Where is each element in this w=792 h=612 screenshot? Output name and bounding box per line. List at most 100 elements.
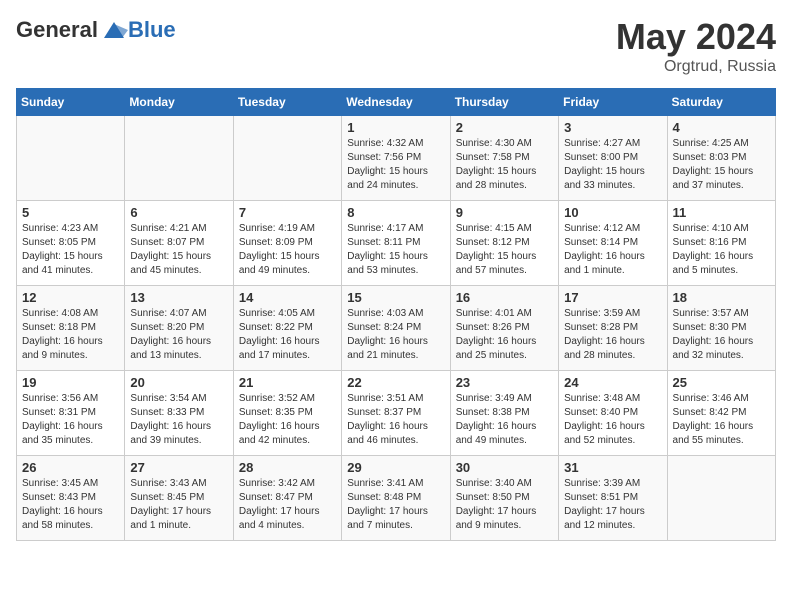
day-info: Sunrise: 3:39 AM Sunset: 8:51 PM Dayligh… bbox=[564, 477, 661, 533]
week-row-5: 26 Sunrise: 3:45 AM Sunset: 8:43 PM Dayli… bbox=[17, 456, 776, 541]
calendar-cell: 16Sunrise: 4:01 AM Sunset: 8:26 PM Dayli… bbox=[450, 286, 558, 371]
day-number: 21 bbox=[239, 375, 336, 390]
day-number: 22 bbox=[347, 375, 444, 390]
logo-blue: Blue bbox=[128, 17, 176, 43]
day-info: Sunrise: 4:05 AM Sunset: 8:22 PM Dayligh… bbox=[239, 307, 336, 363]
day-number: 30 bbox=[456, 460, 553, 475]
day-info: Sunrise: 4:27 AM Sunset: 8:00 PM Dayligh… bbox=[564, 137, 661, 193]
calendar-cell: 1Sunrise: 4:32 AM Sunset: 7:56 PM Daylig… bbox=[342, 116, 450, 201]
calendar-cell: 6 Sunrise: 4:21 AM Sunset: 8:07 PM Daylig… bbox=[125, 201, 233, 286]
calendar-cell bbox=[17, 116, 125, 201]
calendar-cell bbox=[667, 456, 775, 541]
day-number: 10 bbox=[564, 205, 661, 220]
day-info: Sunrise: 4:10 AM Sunset: 8:16 PM Dayligh… bbox=[673, 222, 770, 278]
calendar-cell: 11 Sunrise: 4:10 AM Sunset: 8:16 PM Dayli… bbox=[667, 201, 775, 286]
day-info: Sunrise: 3:46 AM Sunset: 8:42 PM Dayligh… bbox=[673, 392, 770, 448]
calendar-cell: 9Sunrise: 4:15 AM Sunset: 8:12 PM Daylig… bbox=[450, 201, 558, 286]
day-header-thursday: Thursday bbox=[450, 89, 558, 116]
day-info: Sunrise: 3:48 AM Sunset: 8:40 PM Dayligh… bbox=[564, 392, 661, 448]
day-number: 15 bbox=[347, 290, 444, 305]
day-number: 31 bbox=[564, 460, 661, 475]
calendar-cell: 29Sunrise: 3:41 AM Sunset: 8:48 PM Dayli… bbox=[342, 456, 450, 541]
week-row-2: 5Sunrise: 4:23 AM Sunset: 8:05 PM Daylig… bbox=[17, 201, 776, 286]
day-info: Sunrise: 4:25 AM Sunset: 8:03 PM Dayligh… bbox=[673, 137, 770, 193]
day-number: 1 bbox=[347, 120, 444, 135]
day-number: 6 bbox=[130, 205, 227, 220]
day-info: Sunrise: 4:23 AM Sunset: 8:05 PM Dayligh… bbox=[22, 222, 119, 278]
day-info: Sunrise: 4:08 AM Sunset: 8:18 PM Dayligh… bbox=[22, 307, 119, 363]
day-number: 13 bbox=[130, 290, 227, 305]
day-header-saturday: Saturday bbox=[667, 89, 775, 116]
day-info: Sunrise: 4:03 AM Sunset: 8:24 PM Dayligh… bbox=[347, 307, 444, 363]
day-info: Sunrise: 3:42 AM Sunset: 8:47 PM Dayligh… bbox=[239, 477, 336, 533]
day-info: Sunrise: 4:15 AM Sunset: 8:12 PM Dayligh… bbox=[456, 222, 553, 278]
header-row: SundayMondayTuesdayWednesdayThursdayFrid… bbox=[17, 89, 776, 116]
calendar-cell: 26 Sunrise: 3:45 AM Sunset: 8:43 PM Dayli… bbox=[17, 456, 125, 541]
day-number: 4 bbox=[673, 120, 770, 135]
day-number: 12 bbox=[22, 290, 119, 305]
day-number: 11 bbox=[673, 205, 770, 220]
calendar-cell: 25Sunrise: 3:46 AM Sunset: 8:42 PM Dayli… bbox=[667, 371, 775, 456]
logo-general: General bbox=[16, 17, 98, 43]
day-number: 17 bbox=[564, 290, 661, 305]
day-number: 14 bbox=[239, 290, 336, 305]
day-info: Sunrise: 3:52 AM Sunset: 8:35 PM Dayligh… bbox=[239, 392, 336, 448]
page-header: General Blue May 2024 Orgtrud, Russia bbox=[16, 16, 776, 76]
day-info: Sunrise: 4:17 AM Sunset: 8:11 PM Dayligh… bbox=[347, 222, 444, 278]
day-header-sunday: Sunday bbox=[17, 89, 125, 116]
day-number: 3 bbox=[564, 120, 661, 135]
calendar-cell: 5Sunrise: 4:23 AM Sunset: 8:05 PM Daylig… bbox=[17, 201, 125, 286]
calendar-cell: 14 Sunrise: 4:05 AM Sunset: 8:22 PM Dayli… bbox=[233, 286, 341, 371]
day-number: 2 bbox=[456, 120, 553, 135]
calendar-cell: 19Sunrise: 3:56 AM Sunset: 8:31 PM Dayli… bbox=[17, 371, 125, 456]
calendar-cell: 7Sunrise: 4:19 AM Sunset: 8:09 PM Daylig… bbox=[233, 201, 341, 286]
day-info: Sunrise: 3:54 AM Sunset: 8:33 PM Dayligh… bbox=[130, 392, 227, 448]
calendar-title: May 2024 bbox=[616, 16, 776, 58]
calendar-cell: 17 Sunrise: 3:59 AM Sunset: 8:28 PM Dayli… bbox=[559, 286, 667, 371]
day-number: 24 bbox=[564, 375, 661, 390]
day-number: 16 bbox=[456, 290, 553, 305]
day-info: Sunrise: 3:49 AM Sunset: 8:38 PM Dayligh… bbox=[456, 392, 553, 448]
logo-icon bbox=[100, 16, 128, 44]
calendar-table: SundayMondayTuesdayWednesdayThursdayFrid… bbox=[16, 88, 776, 541]
day-number: 28 bbox=[239, 460, 336, 475]
calendar-cell bbox=[125, 116, 233, 201]
week-row-4: 19Sunrise: 3:56 AM Sunset: 8:31 PM Dayli… bbox=[17, 371, 776, 456]
day-info: Sunrise: 4:30 AM Sunset: 7:58 PM Dayligh… bbox=[456, 137, 553, 193]
week-row-3: 12 Sunrise: 4:08 AM Sunset: 8:18 PM Dayli… bbox=[17, 286, 776, 371]
calendar-cell: 20Sunrise: 3:54 AM Sunset: 8:33 PM Dayli… bbox=[125, 371, 233, 456]
day-info: Sunrise: 3:51 AM Sunset: 8:37 PM Dayligh… bbox=[347, 392, 444, 448]
calendar-cell: 28 Sunrise: 3:42 AM Sunset: 8:47 PM Dayli… bbox=[233, 456, 341, 541]
calendar-cell: 30 Sunrise: 3:40 AM Sunset: 8:50 PM Dayli… bbox=[450, 456, 558, 541]
calendar-cell: 13 Sunrise: 4:07 AM Sunset: 8:20 PM Dayli… bbox=[125, 286, 233, 371]
calendar-cell: 15 Sunrise: 4:03 AM Sunset: 8:24 PM Dayli… bbox=[342, 286, 450, 371]
day-number: 26 bbox=[22, 460, 119, 475]
day-header-friday: Friday bbox=[559, 89, 667, 116]
calendar-cell: 31 Sunrise: 3:39 AM Sunset: 8:51 PM Dayli… bbox=[559, 456, 667, 541]
calendar-cell: 2 Sunrise: 4:30 AM Sunset: 7:58 PM Daylig… bbox=[450, 116, 558, 201]
day-header-wednesday: Wednesday bbox=[342, 89, 450, 116]
calendar-cell: 24 Sunrise: 3:48 AM Sunset: 8:40 PM Dayli… bbox=[559, 371, 667, 456]
day-info: Sunrise: 3:40 AM Sunset: 8:50 PM Dayligh… bbox=[456, 477, 553, 533]
day-number: 29 bbox=[347, 460, 444, 475]
calendar-cell: 4 Sunrise: 4:25 AM Sunset: 8:03 PM Daylig… bbox=[667, 116, 775, 201]
logo: General Blue bbox=[16, 16, 176, 44]
calendar-cell: 21 Sunrise: 3:52 AM Sunset: 8:35 PM Dayli… bbox=[233, 371, 341, 456]
day-number: 27 bbox=[130, 460, 227, 475]
calendar-cell: 22 Sunrise: 3:51 AM Sunset: 8:37 PM Dayli… bbox=[342, 371, 450, 456]
day-number: 8 bbox=[347, 205, 444, 220]
week-row-1: 1Sunrise: 4:32 AM Sunset: 7:56 PM Daylig… bbox=[17, 116, 776, 201]
day-info: Sunrise: 3:57 AM Sunset: 8:30 PM Dayligh… bbox=[673, 307, 770, 363]
day-info: Sunrise: 4:21 AM Sunset: 8:07 PM Dayligh… bbox=[130, 222, 227, 278]
title-block: May 2024 Orgtrud, Russia bbox=[616, 16, 776, 76]
calendar-cell: 3 Sunrise: 4:27 AM Sunset: 8:00 PM Daylig… bbox=[559, 116, 667, 201]
day-info: Sunrise: 4:12 AM Sunset: 8:14 PM Dayligh… bbox=[564, 222, 661, 278]
calendar-cell: 10 Sunrise: 4:12 AM Sunset: 8:14 PM Dayli… bbox=[559, 201, 667, 286]
calendar-cell: 18Sunrise: 3:57 AM Sunset: 8:30 PM Dayli… bbox=[667, 286, 775, 371]
day-info: Sunrise: 3:59 AM Sunset: 8:28 PM Dayligh… bbox=[564, 307, 661, 363]
calendar-subtitle: Orgtrud, Russia bbox=[616, 58, 776, 76]
day-header-monday: Monday bbox=[125, 89, 233, 116]
day-info: Sunrise: 4:07 AM Sunset: 8:20 PM Dayligh… bbox=[130, 307, 227, 363]
calendar-cell: 8 Sunrise: 4:17 AM Sunset: 8:11 PM Daylig… bbox=[342, 201, 450, 286]
day-info: Sunrise: 3:45 AM Sunset: 8:43 PM Dayligh… bbox=[22, 477, 119, 533]
